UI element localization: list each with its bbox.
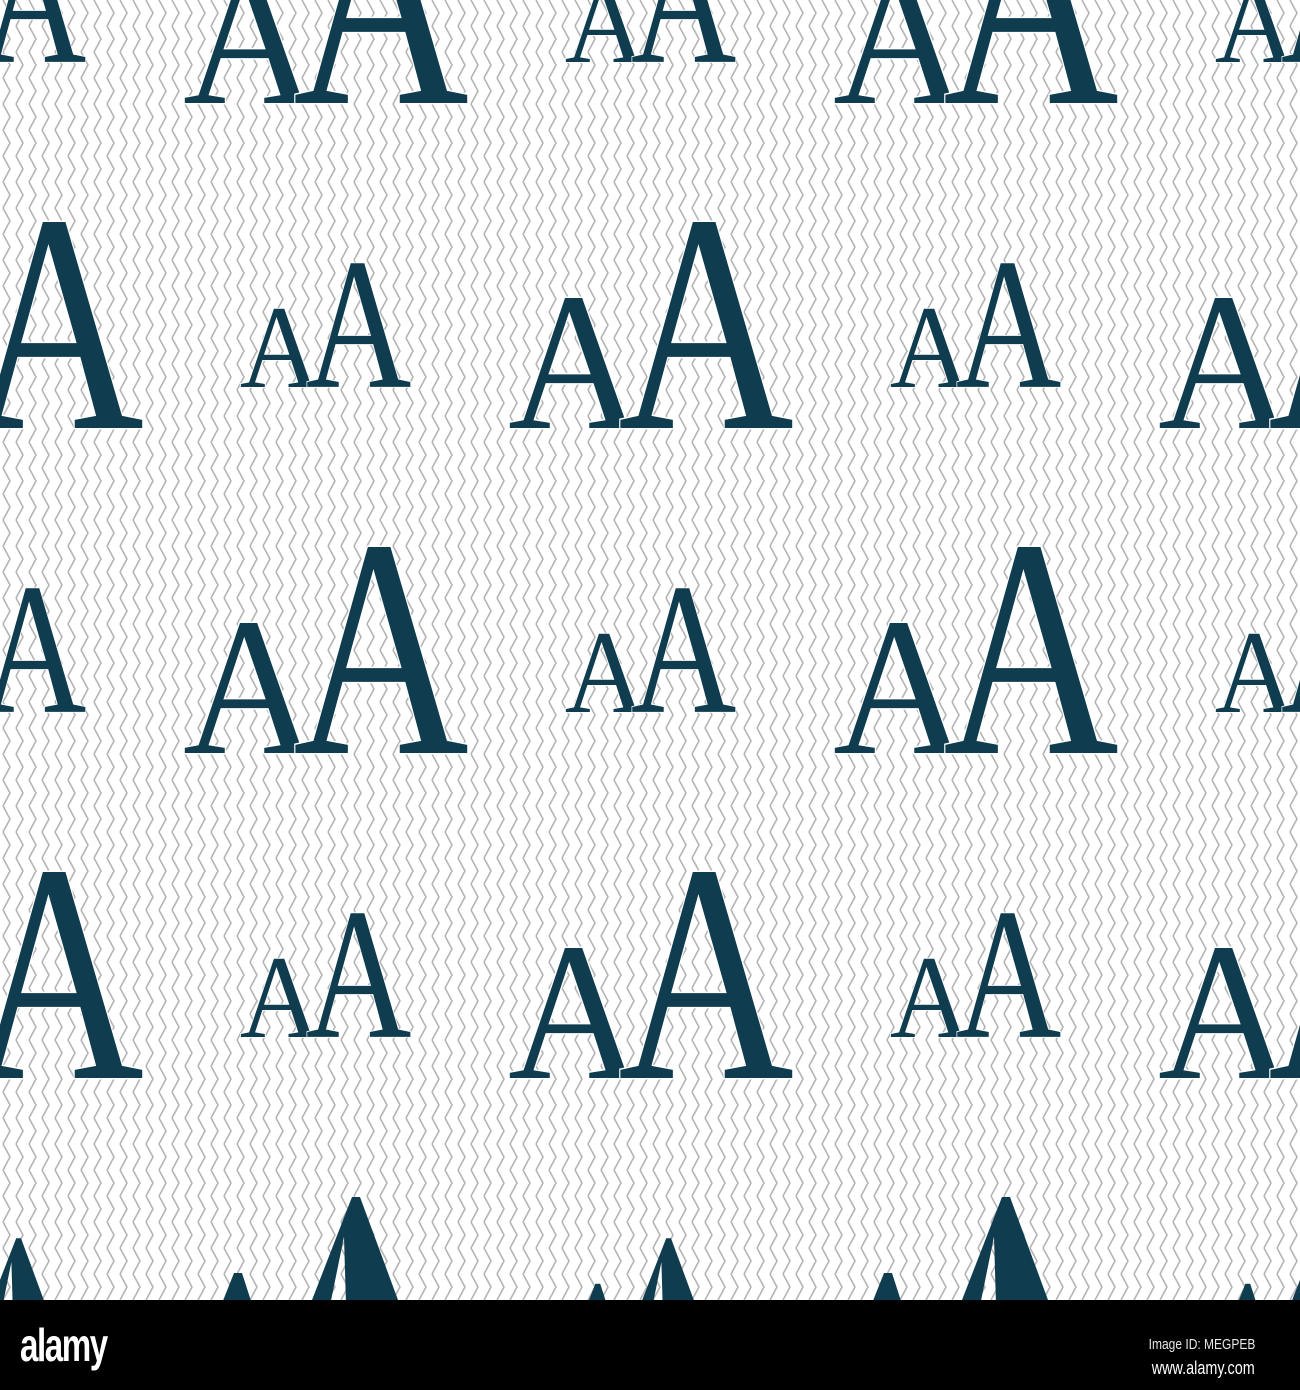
large-letter-a: A: [306, 221, 412, 428]
large-letter-a: A: [956, 871, 1062, 1078]
website-link: www.alamy.com: [1152, 1358, 1255, 1378]
large-letter-a: A: [631, 546, 737, 753]
large-letter-a: A: [618, 801, 794, 1146]
large-letter-a: A: [1268, 151, 1300, 496]
large-letter-a: A: [631, 0, 737, 103]
large-letter-a: A: [1268, 801, 1300, 1146]
watermark-bar: alamy Image ID: MEGPEB www.alamy.com: [0, 1300, 1300, 1390]
large-letter-a: A: [943, 0, 1119, 171]
large-letter-a: A: [943, 476, 1119, 821]
image-id: Image ID: MEGPEB: [1148, 1336, 1255, 1353]
alamy-logo: alamy: [20, 1319, 108, 1371]
font-size-icon: AA: [182, 0, 471, 173]
large-letter-a: A: [956, 221, 1062, 428]
large-letter-a: A: [1281, 546, 1300, 753]
large-letter-a: A: [293, 476, 469, 821]
large-letter-a: A: [306, 871, 412, 1078]
font-size-icon: AA: [0, 545, 87, 754]
font-size-icon: AA: [0, 150, 146, 498]
font-size-icon: AA: [0, 800, 146, 1148]
large-letter-a: A: [0, 546, 86, 753]
large-letter-a: A: [1281, 0, 1300, 103]
pattern-background: AAAAAAAAAAAAAAAAAAAAAAAAAAAAAAAAAAAAAAAA: [0, 0, 1300, 1300]
font-size-icon: AA: [1214, 0, 1300, 104]
font-size-icon: AA: [564, 0, 737, 104]
large-letter-a: A: [0, 0, 86, 103]
font-size-icon: AA: [832, 0, 1121, 173]
font-size-icon: AA: [0, 0, 87, 104]
large-letter-a: A: [618, 151, 794, 496]
large-letter-a: A: [0, 801, 144, 1146]
large-letter-a: A: [0, 151, 144, 496]
large-letter-a: A: [293, 0, 469, 171]
